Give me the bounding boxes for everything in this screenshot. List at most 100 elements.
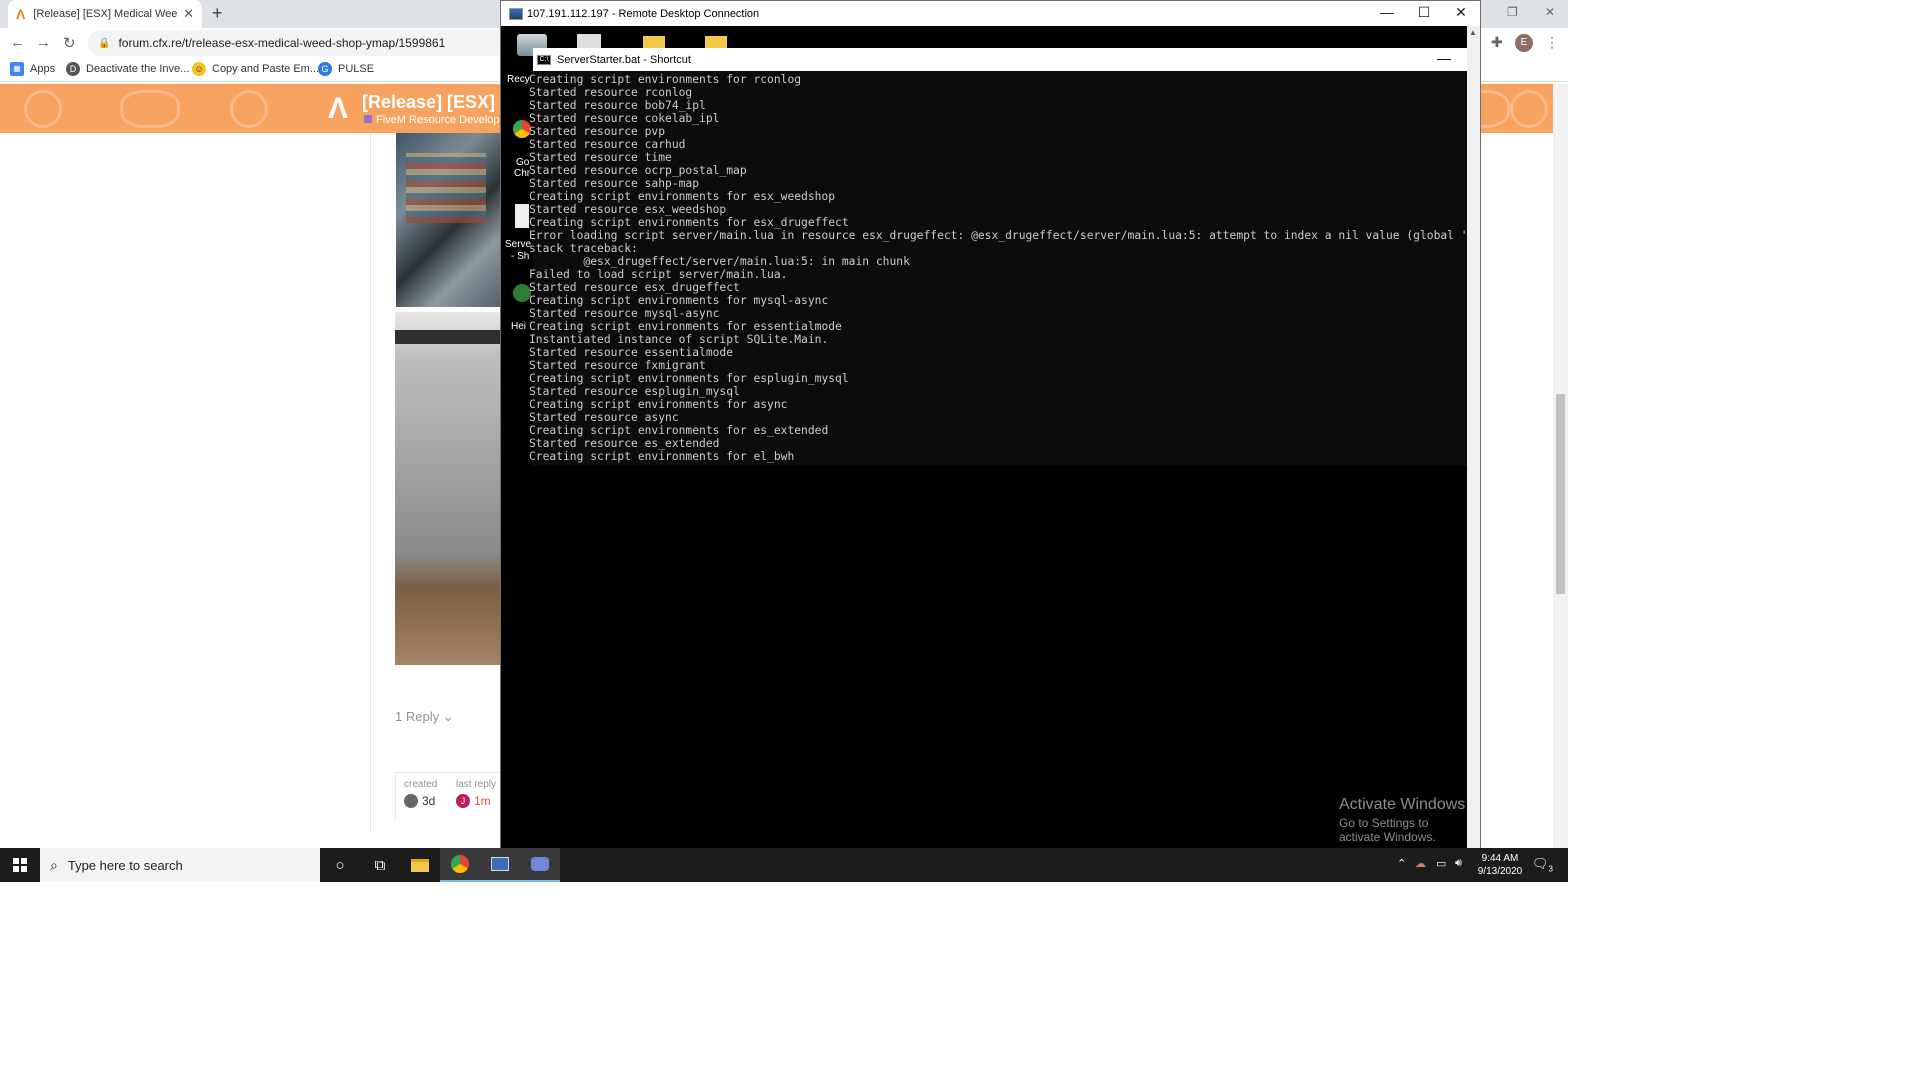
bookmark-label: Copy and Paste Em...: [212, 63, 319, 75]
header-pattern: [1510, 90, 1548, 128]
show-hidden-icons-icon[interactable]: ⌃: [1397, 857, 1406, 870]
start-button[interactable]: [0, 848, 40, 882]
remote-desktop-window: 107.191.112.197 - Remote Desktop Connect…: [500, 0, 1481, 850]
console-line: Started resource esx_weedshop: [529, 203, 727, 216]
scroll-up-icon[interactable]: ▲: [1469, 28, 1477, 37]
url-text: forum.cfx.re/t/release-esx-medical-weed-…: [118, 36, 446, 50]
console-line: Creating script environments for async: [529, 398, 788, 411]
bookmark-apps[interactable]: ▦ Apps: [10, 62, 55, 76]
console-line: Creating script environments for mysql-a…: [529, 294, 829, 307]
cmd-window: C:\ ServerStarter.bat - Shortcut — Creat…: [529, 48, 1467, 850]
watermark-subtitle: Go to Settings to activate Windows.: [1339, 816, 1436, 844]
topic-title[interactable]: [Release] [ESX] M: [362, 92, 515, 113]
activate-windows-watermark: Activate Windows Go to Settings to activ…: [1339, 796, 1467, 844]
folder-icon[interactable]: [643, 36, 665, 48]
new-tab-button[interactable]: +: [212, 3, 223, 24]
browser-tab-active[interactable]: Λ [Release] [ESX] Medical Weed Sh ✕: [8, 0, 202, 28]
folder-icon[interactable]: [705, 36, 727, 48]
maximize-icon[interactable]: ☐: [1404, 4, 1444, 21]
scrollbar-thumb[interactable]: [1556, 394, 1565, 594]
replies-toggle[interactable]: 1 Reply ⌄: [395, 709, 454, 725]
volume-icon[interactable]: 🔊︎: [1455, 857, 1462, 870]
discord-taskbar-icon[interactable]: [520, 848, 560, 882]
rdp-title-bar[interactable]: 107.191.112.197 - Remote Desktop Connect…: [501, 1, 1480, 26]
desktop-label: Go: [516, 157, 530, 168]
desktop-label: - Sh: [511, 251, 530, 262]
author-avatar[interactable]: [404, 794, 418, 808]
console-output[interactable]: Creating script environments for rconlog…: [529, 71, 1467, 466]
task-view-icon[interactable]: ⧉: [360, 848, 400, 882]
console-line: Creating script environments for rconlog: [529, 73, 802, 86]
console-line: Instantiated instance of script SQLite.M…: [529, 333, 829, 346]
onedrive-icon[interactable]: ☁: [1415, 857, 1426, 870]
profile-avatar[interactable]: E: [1515, 34, 1533, 52]
rdp-title-text: 107.191.112.197 - Remote Desktop Connect…: [527, 7, 760, 20]
topic-map: created 3d last reply J 1m: [395, 772, 500, 820]
watermark-title: Activate Windows: [1339, 796, 1466, 813]
post-image-store[interactable]: [396, 133, 500, 307]
replier-avatar[interactable]: J: [456, 794, 470, 808]
close-icon[interactable]: ✕: [1441, 4, 1481, 21]
kebab-menu-icon[interactable]: ⋮: [1545, 34, 1559, 51]
cmd-title-text: ServerStarter.bat - Shortcut: [557, 53, 691, 66]
address-bar[interactable]: 🔒 forum.cfx.re/t/release-esx-medical-wee…: [88, 30, 508, 56]
system-clock[interactable]: 9:44 AM 9/13/2020: [1470, 852, 1530, 878]
restore-icon[interactable]: ❐: [1507, 5, 1518, 19]
search-placeholder: Type here to search: [67, 857, 183, 873]
cmd-title-bar[interactable]: C:\ ServerStarter.bat - Shortcut —: [533, 48, 1467, 71]
bookmark-deactivate[interactable]: D Deactivate the Inve...: [66, 62, 189, 76]
console-lines: Creating script environments for rconlog…: [529, 73, 1467, 463]
bookmark-pulse[interactable]: G PULSE: [318, 62, 374, 76]
console-line: Started resource fxmigrant: [529, 359, 706, 372]
chevron-down-icon: ⌄: [442, 709, 454, 724]
console-line: Creating script environments for esx_wee…: [529, 190, 836, 203]
bookmark-label: Apps: [30, 63, 56, 75]
network-icon[interactable]: ▭: [1436, 857, 1446, 870]
console-empty-area: [533, 466, 1467, 850]
console-line: Creating script environments for esplugi…: [529, 372, 849, 385]
forward-arrow-icon[interactable]: →: [36, 34, 51, 51]
rdp-app-icon: [509, 7, 523, 20]
taskbar-search[interactable]: ⌕ Type here to search: [40, 848, 320, 882]
last-reply-value: 1m: [474, 794, 491, 808]
page-scrollbar[interactable]: [1553, 84, 1568, 848]
cfx-favicon-icon: Λ: [16, 6, 26, 22]
back-arrow-icon[interactable]: ←: [10, 34, 25, 51]
chrome-taskbar-icon[interactable]: [440, 848, 480, 882]
notification-count: 3: [1548, 864, 1553, 874]
clock-time: 9:44 AM: [1481, 853, 1519, 864]
console-line: Failed to load script server/main.lua.: [529, 268, 788, 281]
bookmark-copy-paste[interactable]: ☺ Copy and Paste Em...: [192, 62, 319, 76]
category-badge[interactable]: FiveM Resource Developm: [364, 114, 509, 126]
windows-taskbar: ⌕ Type here to search ○ ⧉ ⌃ ☁ ▭ 🔊︎ 9:44 …: [0, 848, 1568, 882]
console-line: Started resource bob74_ipl: [529, 99, 706, 112]
action-center-icon[interactable]: 🗨︎3: [1532, 856, 1553, 874]
console-line: Started resource mysql-async: [529, 307, 720, 320]
post-image-interior[interactable]: [395, 312, 500, 665]
remote-desktop-taskbar-icon[interactable]: [480, 848, 520, 882]
minimize-icon[interactable]: —: [1367, 4, 1407, 20]
cmd-icon: C:\: [537, 54, 551, 65]
console-line: Started resource carhud: [529, 138, 686, 151]
created-info: created 3d: [404, 779, 437, 808]
close-window-icon[interactable]: ✕: [1545, 5, 1555, 19]
console-line: Started resource es_extended: [529, 437, 720, 450]
replies-label: 1 Reply: [395, 709, 440, 724]
console-line: Started resource pvp: [529, 125, 666, 138]
desktop-label: Hei: [511, 321, 527, 332]
pulse-icon: G: [318, 62, 332, 76]
console-line: Creating script environments for es_exte…: [529, 424, 829, 437]
console-line: @esx_drugeffect/server/main.lua:5: in ma…: [529, 255, 910, 268]
cortana-icon[interactable]: ○: [320, 848, 360, 882]
minimize-icon[interactable]: —: [1437, 50, 1451, 66]
header-pattern: [230, 90, 268, 128]
file-explorer-icon[interactable]: [400, 848, 440, 882]
close-tab-icon[interactable]: ✕: [183, 6, 194, 22]
cfx-logo[interactable]: Λ: [328, 92, 348, 126]
bat-shortcut-icon[interactable]: [515, 204, 529, 228]
extensions-puzzle-icon[interactable]: ✚: [1491, 34, 1503, 51]
console-line: Started resource esx_drugeffect: [529, 281, 740, 294]
file-icon[interactable]: [577, 34, 601, 48]
reload-icon[interactable]: ↻: [63, 34, 76, 52]
rdp-scrollbar[interactable]: ▲: [1467, 26, 1480, 850]
